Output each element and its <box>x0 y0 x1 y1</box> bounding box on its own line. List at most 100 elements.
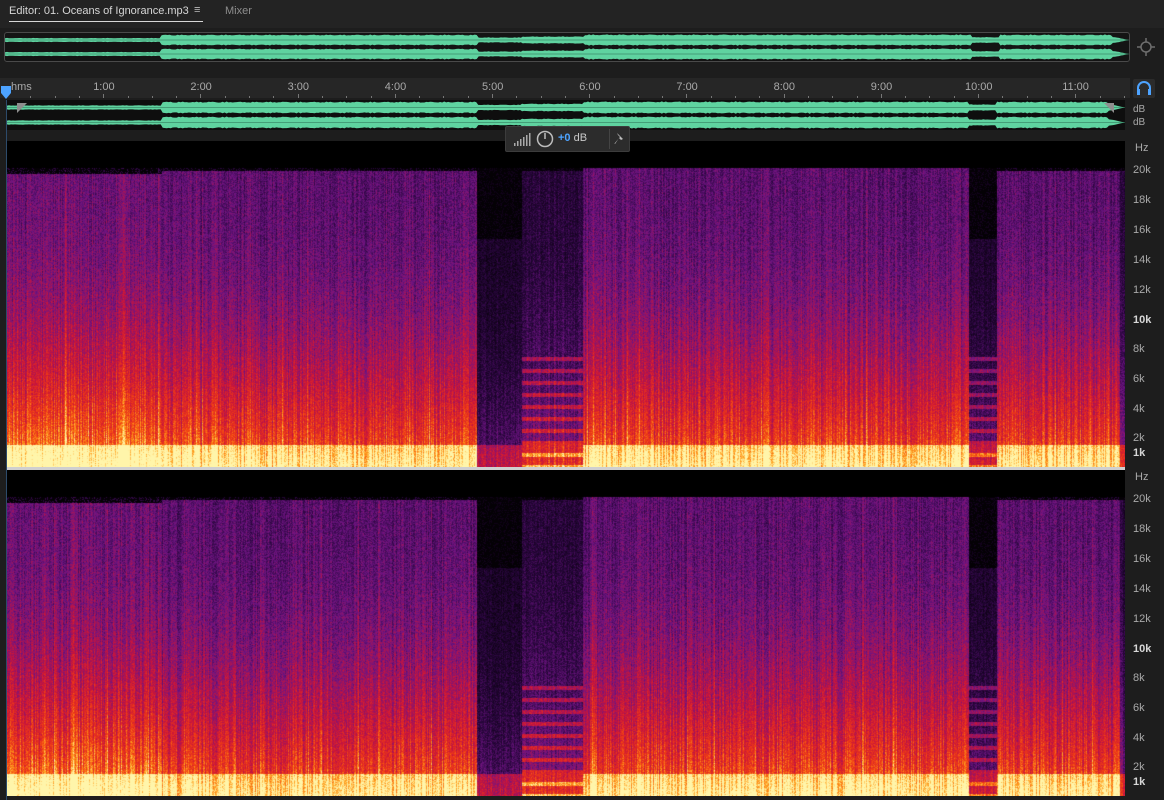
ruler-label: 3:00 <box>287 81 310 93</box>
hz-label: 1k <box>1133 776 1146 788</box>
ruler-label: 2:00 <box>190 81 212 93</box>
ruler-label: 1:00 <box>93 81 115 93</box>
ruler-label: 4:00 <box>384 81 407 93</box>
ruler-minor-tick <box>1026 96 1028 98</box>
ruler-label: 9:00 <box>870 81 893 93</box>
hz-unit-left: Hz <box>1135 142 1149 154</box>
hz-label: 8k <box>1133 343 1145 356</box>
ruler-tick <box>394 94 396 98</box>
ruler-minor-tick <box>613 96 615 98</box>
ruler-minor-tick <box>54 96 56 98</box>
ruler-minor-tick <box>249 96 250 98</box>
hz-label: 14k <box>1133 253 1151 266</box>
hz-label: 10k <box>1133 313 1152 326</box>
ruler-minor-tick <box>443 96 445 98</box>
ruler-minor-tick <box>419 96 421 98</box>
ruler-minor-tick <box>710 96 712 98</box>
hz-label: 1k <box>1133 447 1146 459</box>
ruler-label: 7:00 <box>676 81 698 93</box>
hz-label: 4k <box>1133 403 1145 416</box>
hz-label: 6k <box>1133 702 1145 715</box>
hz-label: 10k <box>1133 642 1152 655</box>
hz-label: 2k <box>1133 432 1145 444</box>
hz-label: 6k <box>1133 373 1145 386</box>
ruler-minor-tick <box>735 96 736 98</box>
ruler-minor-tick <box>564 96 566 98</box>
spectral-display-right[interactable] <box>7 470 1125 796</box>
ruler-minor-tick <box>1050 96 1052 98</box>
headphones-button[interactable] <box>1133 79 1155 98</box>
spectral-display-left[interactable] <box>7 141 1125 467</box>
ruler-minor-tick <box>370 96 372 98</box>
ruler-tick <box>880 94 882 98</box>
headphones-icon <box>1137 81 1151 95</box>
ruler-tick <box>589 94 591 98</box>
db-label-right: dB <box>1133 117 1146 128</box>
hz-label: 4k <box>1133 732 1145 745</box>
ruler-minor-tick <box>1002 96 1004 98</box>
hz-label: 12k <box>1133 283 1151 296</box>
ruler-minor-tick <box>273 96 275 98</box>
ruler-label: 6:00 <box>579 81 601 93</box>
ruler-tick <box>297 94 299 98</box>
ruler-minor-tick <box>662 96 664 98</box>
hz-label: 18k <box>1133 193 1151 206</box>
ruler-tick <box>492 94 493 98</box>
zoom-navigator-icon[interactable] <box>1135 36 1157 58</box>
tab-editor[interactable]: Editor: 01. Oceans of Ignorance.mp3 <box>9 5 189 17</box>
hz-label: 8k <box>1133 672 1145 685</box>
db-label-left: dB <box>1133 104 1146 115</box>
hz-label: 14k <box>1133 582 1151 595</box>
ruler-minor-tick <box>540 96 542 98</box>
ruler-tick <box>783 94 785 98</box>
volume-value[interactable]: +0 dB <box>558 132 587 144</box>
hz-label: 18k <box>1133 522 1151 535</box>
ruler-minor-tick <box>637 96 639 98</box>
ruler-tick <box>978 94 979 98</box>
pin-icon[interactable] <box>614 132 626 146</box>
volume-value-unit: dB <box>570 132 588 144</box>
ruler-minor-tick <box>905 96 907 98</box>
overview-navigator[interactable] <box>4 32 1130 62</box>
ruler-minor-tick <box>30 96 32 98</box>
spectrogram-left <box>7 141 1125 467</box>
hz-label: 16k <box>1133 552 1151 565</box>
ruler-minor-tick <box>929 96 931 98</box>
ruler-unit-label: hms <box>11 81 32 93</box>
ruler-minor-tick <box>224 96 226 98</box>
hz-unit-right: Hz <box>1135 471 1149 483</box>
meter-icon <box>514 133 531 146</box>
ruler-minor-tick <box>127 96 129 98</box>
ruler-minor-tick <box>321 96 323 98</box>
tab-mixer[interactable]: Mixer <box>225 5 252 17</box>
ruler-minor-tick <box>346 96 348 98</box>
ruler-label: 8:00 <box>773 81 796 93</box>
spectrogram-right <box>7 470 1125 796</box>
hz-label: 20k <box>1133 493 1151 505</box>
hz-label: 16k <box>1133 223 1151 236</box>
active-tab-underline <box>9 21 203 22</box>
panel-menu-icon[interactable]: ≡ <box>194 4 200 16</box>
ruler-tick <box>200 94 202 98</box>
volume-hud[interactable]: +0 dB <box>505 126 630 152</box>
hud-separator <box>609 129 610 149</box>
panel-tab-bar: Editor: 01. Oceans of Ignorance.mp3 ≡ Mi… <box>0 0 1164 28</box>
ruler-minor-tick <box>759 96 761 98</box>
hz-label: 12k <box>1133 612 1151 625</box>
ruler-minor-tick <box>807 96 809 98</box>
ruler-tick <box>686 94 688 98</box>
playhead-icon[interactable] <box>0 86 12 100</box>
ruler-label: 10:00 <box>965 81 993 93</box>
ruler-label: 5:00 <box>482 81 504 93</box>
ruler-tick <box>103 94 105 98</box>
ruler-minor-tick <box>176 96 178 98</box>
ruler-tick <box>1075 94 1077 98</box>
hz-label: 20k <box>1133 164 1151 176</box>
time-ruler[interactable]: hms 1:00 2:00 3:00 4:00 5:00 6:00 7:00 8:00 9:00… <box>0 78 1130 98</box>
ruler-minor-tick <box>856 96 858 98</box>
ruler-minor-tick <box>467 96 469 98</box>
ruler-minor-tick <box>1123 96 1125 98</box>
volume-value-number: +0 <box>558 132 571 144</box>
volume-knob-icon[interactable] <box>536 130 554 148</box>
ruler-minor-tick <box>516 96 518 98</box>
